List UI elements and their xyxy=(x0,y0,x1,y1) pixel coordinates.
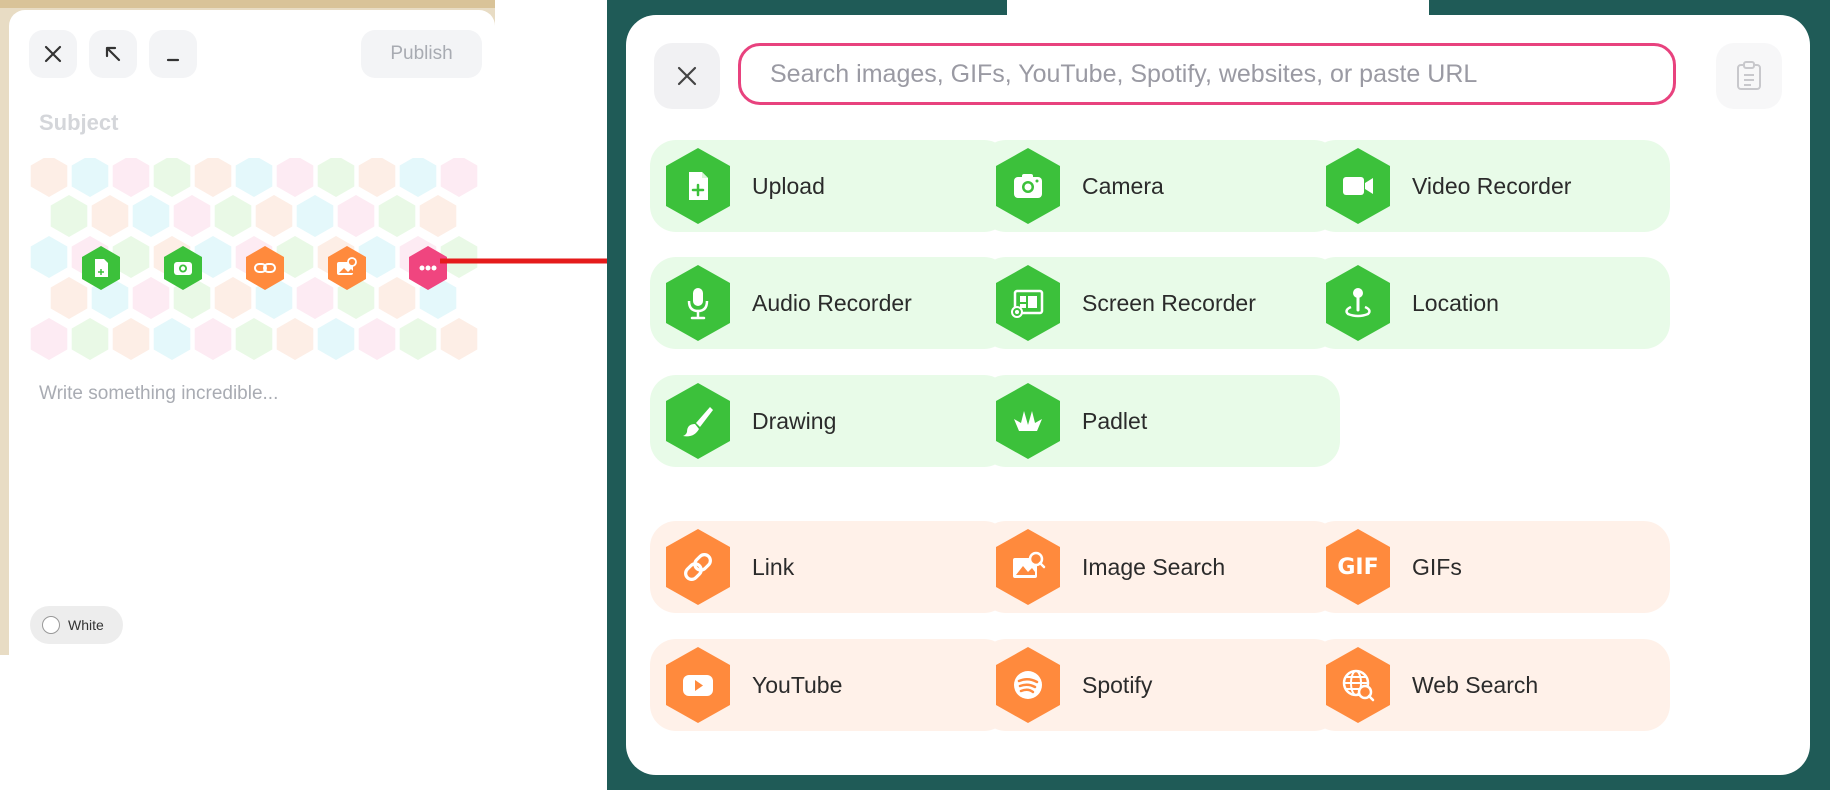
image-search-icon xyxy=(992,527,1064,607)
tile-label: Audio Recorder xyxy=(752,289,912,316)
link-icon xyxy=(662,527,734,607)
tile-screen-recorder[interactable]: Screen Recorder xyxy=(980,257,1340,349)
youtube-icon xyxy=(662,645,734,725)
tile-hex-badge xyxy=(1322,263,1394,343)
tile-label: Location xyxy=(1412,289,1499,316)
publish-button[interactable]: Publish xyxy=(361,30,482,78)
close-composer-button[interactable] xyxy=(29,30,77,78)
tile-hex-badge xyxy=(992,263,1064,343)
padlet-bird-icon xyxy=(992,381,1064,461)
tile-label: Image Search xyxy=(1082,553,1226,580)
tile-label: Spotify xyxy=(1082,671,1153,698)
paste-clipboard-button[interactable] xyxy=(1716,43,1782,109)
attachment-hex-grid xyxy=(29,155,489,378)
color-label: White xyxy=(68,617,104,633)
clipboard-icon xyxy=(1737,61,1761,90)
tile-label: Camera xyxy=(1082,172,1164,199)
web-search-icon xyxy=(1322,645,1394,725)
tile-location[interactable]: Location xyxy=(1310,257,1670,349)
camera-icon xyxy=(174,262,192,275)
attachment-picker-panel: Upload Camera Video Recorder Audio Recorder… xyxy=(626,15,1810,775)
color-swatch xyxy=(42,616,60,634)
tile-label: Video Recorder xyxy=(1412,172,1572,199)
tile-label: Upload xyxy=(752,172,825,199)
attachment-search-field[interactable] xyxy=(738,43,1676,105)
tile-hex-badge xyxy=(1322,146,1394,226)
camera-icon xyxy=(992,146,1064,226)
upload-icon xyxy=(95,259,108,277)
tile-label: Screen Recorder xyxy=(1082,289,1256,316)
close-icon xyxy=(44,45,62,63)
tile-drawing[interactable]: Drawing xyxy=(650,375,1010,467)
tile-hex-badge xyxy=(662,645,734,725)
close-icon xyxy=(677,66,697,86)
spotify-icon xyxy=(992,645,1064,725)
tile-hex-badge xyxy=(662,263,734,343)
tile-label: YouTube xyxy=(752,671,843,698)
video-camera-icon xyxy=(1322,146,1394,226)
gif-icon: GIF xyxy=(1337,554,1379,580)
tile-audio-recorder[interactable]: Audio Recorder xyxy=(650,257,1010,349)
location-pin-icon xyxy=(1322,263,1394,343)
tile-camera[interactable]: Camera xyxy=(980,140,1340,232)
tile-youtube[interactable]: YouTube xyxy=(650,639,1010,731)
tile-hex-badge xyxy=(992,527,1064,607)
minimize-composer-button[interactable] xyxy=(149,30,197,78)
tile-label: Drawing xyxy=(752,407,837,434)
color-picker-button[interactable]: White xyxy=(30,606,123,644)
expand-arrow-icon xyxy=(105,46,121,62)
attachment-search-input[interactable] xyxy=(768,58,1673,90)
expand-composer-button[interactable] xyxy=(89,30,137,78)
close-panel-button[interactable] xyxy=(654,43,720,109)
body-input[interactable]: Write something incredible... xyxy=(39,383,278,405)
file-upload-icon xyxy=(662,146,734,226)
more-icon xyxy=(419,265,437,271)
tile-web-search[interactable]: Web Search xyxy=(1310,639,1670,731)
tile-label: Web Search xyxy=(1412,671,1539,698)
paintbrush-icon xyxy=(662,381,734,461)
tile-hex-badge xyxy=(992,645,1064,725)
tile-hex-badge xyxy=(662,146,734,226)
tile-upload[interactable]: Upload xyxy=(650,140,1010,232)
tile-link[interactable]: Link xyxy=(650,521,1010,613)
tile-label: Padlet xyxy=(1082,407,1148,434)
tile-hex-badge xyxy=(1322,645,1394,725)
post-composer: Publish Subject Write something incredib… xyxy=(9,10,495,655)
tile-hex-badge xyxy=(992,146,1064,226)
tile-hex-badge xyxy=(662,527,734,607)
tile-gifs[interactable]: GIF GIFs xyxy=(1310,521,1670,613)
tile-hex-badge: GIF xyxy=(1322,527,1394,607)
tile-label: Link xyxy=(752,553,795,580)
tile-hex-badge xyxy=(992,381,1064,461)
subject-input[interactable]: Subject xyxy=(39,110,118,136)
tile-padlet[interactable]: Padlet xyxy=(980,375,1340,467)
tile-spotify[interactable]: Spotify xyxy=(980,639,1340,731)
tile-image-search[interactable]: Image Search xyxy=(980,521,1340,613)
tile-hex-badge xyxy=(662,381,734,461)
tile-video-recorder[interactable]: Video Recorder xyxy=(1310,140,1670,232)
microphone-icon xyxy=(662,263,734,343)
screen-recorder-icon xyxy=(992,263,1064,343)
tile-label: GIFs xyxy=(1412,553,1462,580)
minimize-icon xyxy=(166,58,180,62)
